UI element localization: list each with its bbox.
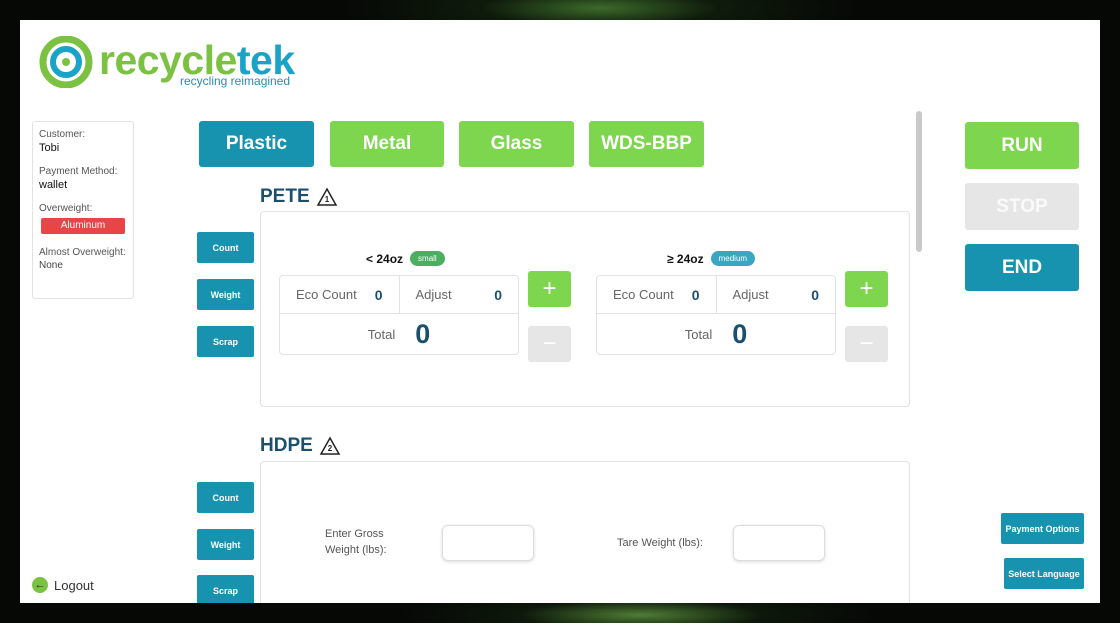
svg-text:1: 1	[324, 195, 329, 204]
gross-weight-label: Enter Gross Weight (lbs):	[325, 528, 387, 556]
payment-method-value: wallet	[39, 179, 68, 191]
tare-weight-label: Tare Weight (lbs):	[617, 537, 703, 549]
tare-weight-input[interactable]	[733, 525, 825, 561]
total-label: Total	[367, 326, 396, 342]
eco-count-value: 0	[374, 286, 383, 303]
tab-metal[interactable]: Metal	[330, 121, 444, 167]
size-badge-small: small	[410, 251, 445, 266]
scrollbar[interactable]	[916, 111, 922, 252]
pete-small-plus-button[interactable]: +	[528, 271, 571, 307]
run-button[interactable]: RUN	[965, 122, 1079, 169]
hdpe-scrap-button[interactable]: Scrap	[197, 575, 254, 603]
customer-value: Tobi	[39, 142, 60, 154]
logout-button[interactable]: ← Logout	[32, 577, 94, 593]
brand-logo: recycletek recycling reimagined	[37, 36, 307, 92]
stop-button[interactable]: STOP	[965, 183, 1079, 230]
arrow-left-icon: ←	[32, 577, 48, 593]
select-language-button[interactable]: Select Language	[1004, 558, 1084, 589]
recycle-triangle-icon: 2	[319, 436, 341, 455]
tab-glass[interactable]: Glass	[459, 121, 574, 167]
size-badge-medium: medium	[710, 251, 756, 266]
brand-tagline: recycling reimagined	[180, 74, 291, 88]
overweight-badge: Aluminum	[41, 218, 125, 234]
total-label: Total	[684, 326, 713, 342]
tab-wds-bbp[interactable]: WDS-BBP	[589, 121, 704, 167]
pete-count-button[interactable]: Count	[197, 232, 254, 263]
end-button[interactable]: END	[965, 244, 1079, 291]
pete-small-counter: Eco Count 0 Adjust 0 Total 0	[279, 275, 519, 355]
hdpe-section-title: HDPE 2	[260, 435, 341, 457]
adjust-label: Adjust	[415, 287, 452, 302]
overweight-label: Overweight:	[39, 203, 93, 214]
tab-plastic[interactable]: Plastic	[199, 121, 314, 167]
size-text: < 24oz	[366, 251, 404, 266]
customer-label: Customer:	[39, 129, 86, 140]
pete-small-size-label: < 24oz small	[366, 251, 445, 266]
pete-weight-button[interactable]: Weight	[197, 279, 254, 310]
gross-weight-input[interactable]	[442, 525, 534, 561]
almost-overweight-label: Almost Overweight:	[39, 247, 126, 258]
pete-title: PETE	[260, 186, 310, 207]
adjust-value: 0	[811, 286, 819, 303]
hdpe-title: HDPE	[260, 435, 313, 456]
almost-overweight-value: None	[39, 260, 63, 271]
pete-medium-size-label: ≥ 24oz medium	[667, 251, 756, 266]
adjust-value: 0	[494, 286, 502, 303]
payment-options-button[interactable]: Payment Options	[1001, 513, 1084, 544]
customer-info-panel: Customer: Tobi Payment Method: wallet Ov…	[32, 121, 134, 299]
payment-method-label: Payment Method:	[39, 166, 118, 177]
pete-medium-plus-button[interactable]: +	[845, 271, 888, 307]
pete-small-minus-button[interactable]: −	[528, 326, 571, 362]
logout-label: Logout	[54, 577, 94, 593]
svg-text:2: 2	[328, 444, 333, 453]
pete-section-title: PETE 1	[260, 186, 338, 208]
eco-count-label: Eco Count	[613, 287, 674, 302]
pete-scrap-button[interactable]: Scrap	[197, 326, 254, 357]
hdpe-count-button[interactable]: Count	[197, 482, 254, 513]
app-screen: recycletek recycling reimagined Customer…	[20, 20, 1100, 603]
eco-count-label: Eco Count	[296, 287, 357, 302]
hdpe-weight-button[interactable]: Weight	[197, 529, 254, 560]
pete-medium-minus-button[interactable]: −	[845, 326, 888, 362]
pete-medium-counter: Eco Count 0 Adjust 0 Total 0	[596, 275, 836, 355]
total-value: 0	[732, 318, 748, 349]
total-value: 0	[415, 318, 431, 349]
logo-swirl-icon	[39, 36, 93, 88]
size-text: ≥ 24oz	[667, 251, 704, 266]
adjust-label: Adjust	[732, 287, 769, 302]
eco-count-value: 0	[691, 286, 700, 303]
recycle-triangle-icon: 1	[316, 187, 337, 206]
